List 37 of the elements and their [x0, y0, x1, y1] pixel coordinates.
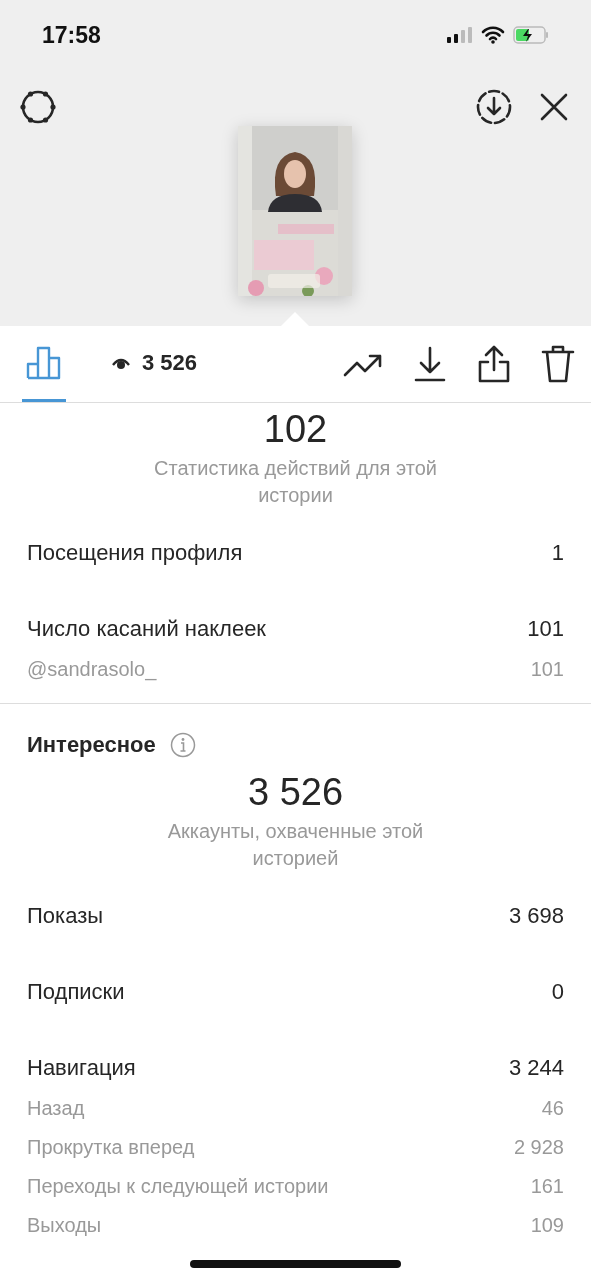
metric-label: Выходы: [27, 1214, 102, 1237]
metric-label: Показы: [27, 903, 104, 929]
total-caption: Статистика действий для этой истории: [153, 456, 438, 508]
metric-value: 0: [551, 979, 564, 1005]
wifi-icon: [481, 26, 505, 44]
metric-value: 2 928: [513, 1136, 564, 1159]
total-count: 102: [262, 407, 329, 451]
metric-value: 46: [541, 1097, 564, 1120]
metric-label: Назад: [27, 1097, 85, 1120]
share-icon[interactable]: [477, 345, 511, 383]
metric-label: Переходы к следующей истории: [27, 1175, 329, 1198]
views-tab[interactable]: 3 526: [108, 326, 202, 402]
clock-time: 17:58: [42, 21, 101, 49]
metric-value: 101: [530, 658, 564, 681]
metric-label: Число касаний наклеек: [27, 616, 266, 642]
total-caption: Аккаунты, охваченные этой историей: [166, 819, 425, 871]
total-count: 3 526: [246, 770, 345, 814]
trash-icon[interactable]: [541, 345, 575, 383]
metric-label: @sandrasolo_: [27, 658, 157, 681]
signal-icon: [447, 27, 473, 43]
metric-label: Посещения профиля: [27, 540, 243, 566]
metric-value: 109: [530, 1214, 564, 1237]
metric-value: 3 698: [508, 903, 564, 929]
battery-icon: [513, 26, 549, 44]
info-icon[interactable]: [169, 732, 196, 758]
download-icon[interactable]: [413, 346, 447, 382]
metric-value: 1: [551, 540, 564, 566]
metric-value: 101: [527, 616, 564, 642]
metric-value: 161: [530, 1175, 564, 1198]
close-icon[interactable]: [539, 92, 569, 122]
metric-value: 3 244: [508, 1055, 564, 1081]
metric-label: Прокрутка вперед: [27, 1136, 195, 1159]
bar-chart-icon: [26, 345, 62, 380]
metric-label: Навигация: [27, 1055, 136, 1081]
metric-label: Подписки: [27, 979, 125, 1005]
section-title: Интересное: [27, 732, 156, 758]
download-icon[interactable]: [475, 88, 513, 126]
